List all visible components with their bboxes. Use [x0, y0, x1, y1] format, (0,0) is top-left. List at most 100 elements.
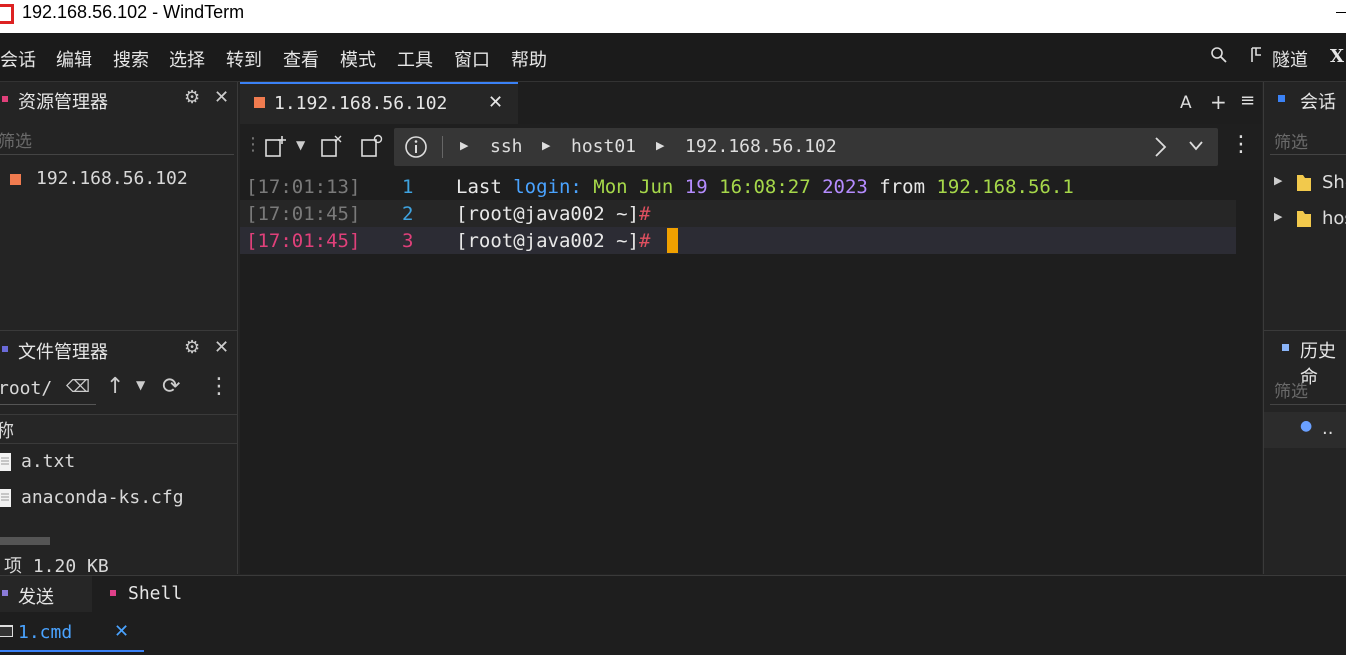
send-marker-icon [2, 590, 8, 596]
shell-marker-icon [110, 590, 116, 596]
menu-window[interactable]: 窗口 [454, 46, 490, 72]
line-timestamp: [17:01:45] [246, 203, 361, 225]
folder-icon [1297, 211, 1311, 227]
info-icon[interactable] [404, 135, 428, 159]
divider [1264, 330, 1346, 331]
close-tab-icon[interactable]: ✕ [114, 621, 129, 642]
filter-placeholder: 筛选 [1274, 133, 1308, 153]
column-name-header[interactable]: 称 [0, 417, 14, 443]
divider [0, 330, 237, 331]
explorer-filter-input[interactable]: 筛选 [0, 124, 234, 155]
sessions-filter-input[interactable]: 筛选 [1270, 124, 1346, 155]
left-sidebar: 资源管理器 ⚙ ✕ 筛选 192.168.56.102 文件管理器 ⚙ ✕ ro… [0, 82, 238, 577]
drag-handle-icon[interactable]: ⋮ [244, 134, 262, 155]
tab-session[interactable]: 1.192.168.56.102 ✕ [240, 82, 518, 124]
file-icon [0, 489, 11, 507]
menu-tools[interactable]: 工具 [397, 46, 433, 72]
history-label: .. [1322, 418, 1334, 439]
tab-label: 1.192.168.56.102 [274, 93, 448, 114]
menu-session[interactable]: 会话 [0, 46, 36, 72]
folder-label: hos [1322, 208, 1346, 229]
shell-label: Shell [128, 583, 183, 604]
right-sidebar: 会话 筛选 ▶ She ▶ hos 历史命 筛选 ● .. [1263, 82, 1346, 574]
caret-right-icon: ▶ [542, 139, 551, 152]
terminal-cursor [667, 228, 678, 253]
close-session-icon[interactable] [320, 134, 344, 158]
chevron-right-icon[interactable] [1152, 136, 1168, 158]
menu-select[interactable]: 选择 [169, 46, 205, 72]
horizontal-scrollbar[interactable] [0, 537, 50, 545]
close-tab-icon[interactable]: ✕ [488, 92, 503, 113]
menu-edit[interactable]: 编辑 [56, 46, 92, 72]
window-title: 192.168.56.102 - WindTerm [22, 2, 245, 22]
tab-shell[interactable]: Shell [96, 576, 206, 612]
explorer-item-label: 192.168.56.102 [36, 168, 188, 189]
explorer-header: 资源管理器 ⚙ ✕ [0, 82, 237, 120]
clear-icon[interactable]: ⌫ [66, 377, 90, 397]
minimize-button[interactable] [1336, 12, 1346, 13]
tunnel-button[interactable]: 隧道 [1272, 46, 1308, 72]
terminal-line: [17:01:45] 2 [root@java002 ~]# [240, 200, 1236, 227]
file-list-header: 称 [0, 414, 237, 444]
menu-mode[interactable]: 模式 [340, 46, 376, 72]
line-timestamp: [17:01:45] [246, 230, 361, 252]
up-arrow-icon[interactable]: ↑ [106, 374, 124, 399]
add-tab-button[interactable]: + [1210, 90, 1227, 114]
folder-icon [1297, 175, 1311, 191]
tab-send[interactable]: 发送 [0, 576, 92, 612]
file-manager-marker-icon [2, 346, 8, 352]
file-name: a.txt [21, 451, 76, 472]
session-folder[interactable]: ▶ hos [1264, 206, 1346, 234]
history-item[interactable]: ● .. [1264, 412, 1346, 448]
duplicate-session-icon[interactable] [360, 134, 384, 158]
breadcrumb-ip[interactable]: 192.168.56.102 [685, 136, 837, 157]
caret-right-icon: ▶ [1274, 210, 1283, 223]
gear-icon[interactable]: ⚙ [184, 337, 200, 358]
more-vertical-icon[interactable]: ⋮ [1230, 132, 1252, 157]
file-row[interactable]: a.txt [0, 448, 234, 478]
path-input[interactable]: root/ ⌫ [0, 374, 96, 405]
refresh-icon[interactable]: ⟳ [162, 374, 180, 399]
close-icon[interactable]: ✕ [214, 87, 229, 108]
tunnel-icon[interactable] [1250, 46, 1264, 69]
line-number: 3 [402, 230, 414, 252]
close-icon[interactable]: ✕ [214, 337, 229, 358]
terminal-line: [17:01:13] 1 Last login: Mon Jun 19 16:0… [240, 173, 1236, 200]
breadcrumb-ssh[interactable]: ssh [490, 136, 523, 157]
font-button[interactable]: A [1180, 93, 1192, 113]
address-bar[interactable]: ▶ ssh ▶ host01 ▶ 192.168.56.102 [394, 128, 1218, 166]
menu-search[interactable]: 搜索 [113, 46, 149, 72]
explorer-item[interactable]: 192.168.56.102 [0, 166, 234, 196]
search-icon[interactable] [1210, 46, 1228, 69]
file-row[interactable]: anaconda-ks.cfg [0, 484, 234, 514]
line-timestamp: [17:01:13] [246, 176, 361, 198]
prompt-hash: # [639, 203, 651, 225]
gear-icon[interactable]: ⚙ [184, 87, 200, 108]
session-folder[interactable]: ▶ She [1264, 170, 1346, 198]
chevron-down-icon[interactable] [1188, 140, 1204, 152]
text-segment: from [867, 176, 937, 198]
divider [442, 136, 443, 158]
more-button[interactable]: X [1330, 46, 1344, 67]
breadcrumb-host[interactable]: host01 [571, 136, 636, 157]
title-bar: 192.168.56.102 - WindTerm [0, 0, 1346, 33]
menu-help[interactable]: 帮助 [511, 46, 547, 72]
chevron-down-icon[interactable]: ▼ [136, 378, 145, 392]
session-square-icon [10, 174, 21, 185]
new-session-icon[interactable] [264, 134, 288, 158]
more-vertical-icon[interactable]: ⋮ [208, 374, 230, 399]
line-text: [root@java002 ~]# [456, 203, 650, 225]
filter-placeholder: 筛选 [0, 132, 32, 152]
explorer-title: 资源管理器 [18, 92, 108, 113]
prompt-hash: # [639, 230, 651, 252]
tab-menu-button[interactable]: ≡ [1240, 90, 1255, 111]
terminal-view[interactable]: [17:01:13] 1 Last login: Mon Jun 19 16:0… [240, 170, 1262, 574]
line-number: 1 [402, 176, 414, 198]
chevron-down-icon[interactable]: ▼ [296, 138, 305, 152]
folder-label: She [1322, 172, 1346, 193]
menu-goto[interactable]: 转到 [226, 46, 262, 72]
history-marker-icon [1282, 344, 1289, 351]
tab-cmd[interactable]: 1.cmd ✕ [0, 616, 144, 652]
menu-view[interactable]: 查看 [283, 46, 319, 72]
history-filter-input[interactable]: 筛选 [1270, 374, 1346, 405]
